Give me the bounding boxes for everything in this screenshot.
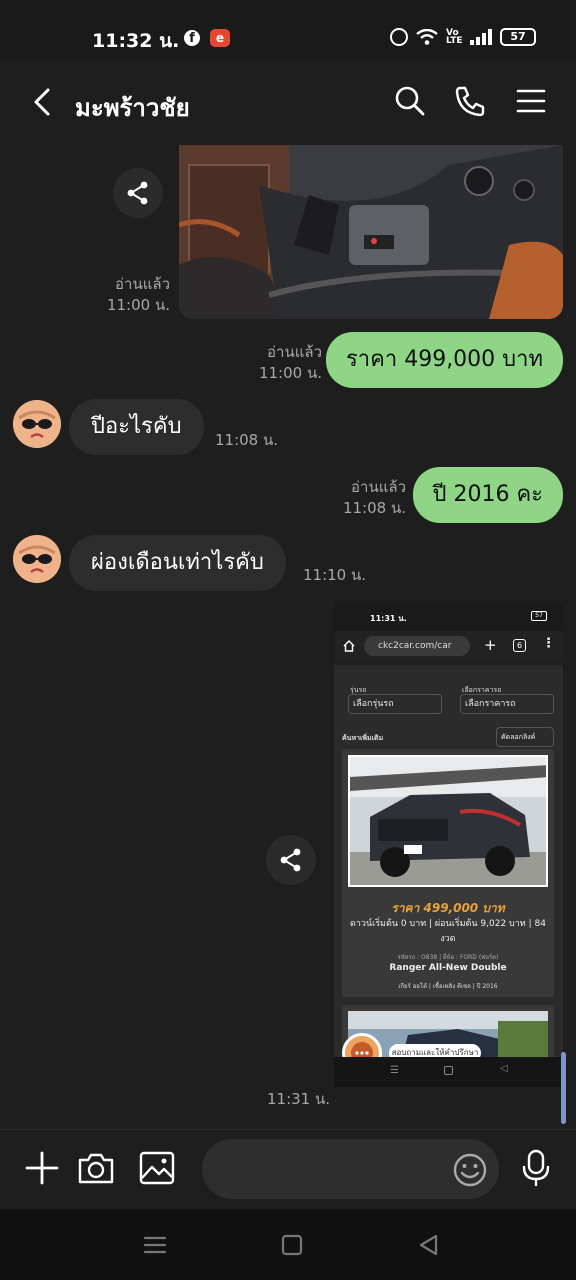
message-bubble-out[interactable]: ปี 2016 คะ [412,467,563,523]
price-select: เลือกราคารถ [460,694,554,714]
shared-screenshot-image[interactable]: 11:31 น. 57 ckc2car.com/car + 6 ⋮ รุ่นรถ… [334,603,563,1087]
listing-finance: ดาวน์เริ่มต้น 0 บาท | ผ่อนเริ่มต้น 9,022… [350,919,546,944]
copy-link-button: คัดลอกลิงค์ [496,727,554,747]
back-nav-icon[interactable] [415,1231,443,1259]
status-icons: Vo LTE 57 [390,28,536,46]
screenshot-battery: 57 [531,611,547,621]
screenshot-nav-bar: ☰ ◁ [334,1057,563,1087]
plus-icon[interactable] [22,1148,62,1188]
read-status: อ่านแล้ว [351,478,406,496]
chat-header: มะพร้าวชัย [0,60,576,144]
system-nav-bar [0,1209,576,1280]
phone-icon[interactable] [453,84,487,118]
tab-count: 6 [513,639,526,652]
message-bubble-in[interactable]: ปีอะไรคับ [69,399,204,455]
message-meta: อ่านแล้ว 11:00 น. [107,274,170,316]
chat-title: มะพร้าวชัย [75,94,190,122]
message-meta: อ่านแล้ว 11:00 น. [259,342,322,384]
listing-price: ราคา 499,000 บาท [391,901,505,915]
wifi-icon [416,29,438,45]
screenshot-url: ckc2car.com/car [364,636,470,656]
avatar[interactable] [13,535,61,583]
camera-icon[interactable] [76,1148,116,1188]
status-time: 11:32 น. [92,30,180,52]
message-time: 11:10 น. [303,566,367,584]
screenshot-status-bar: 11:31 น. 57 [334,603,563,631]
back-triangle-icon: ◁ [500,1063,508,1074]
message-time: 11:08 น. [215,431,279,449]
message-meta: อ่านแล้ว 11:08 น. [343,477,406,519]
message-bubble-in[interactable]: ผ่องเดือนเท่าไรคับ [69,535,286,591]
search-icon[interactable] [393,84,427,118]
scrollbar-thumb[interactable] [561,1052,566,1124]
more-search: ค้นหาเพิ่มเติม [342,734,384,742]
recent-apps-icon: ☰ [390,1065,399,1076]
share-icon [127,181,148,205]
read-status: อ่านแล้ว [115,275,170,293]
alarm-icon [390,28,408,46]
emoji-icon[interactable] [450,1150,490,1190]
car-listing-card: ราคา 499,000 บาท ดาวน์เริ่มต้น 0 บาท | ผ… [342,749,554,997]
message-time: 11:00 น. [258,364,322,382]
menu-icon[interactable] [514,84,548,118]
recent-apps-icon[interactable] [141,1231,169,1259]
back-arrow-icon[interactable] [28,84,58,120]
screenshot-browser-bar: ckc2car.com/car + 6 ⋮ [334,631,563,661]
message-time: 11:08 น. [342,499,406,517]
app-notification-icon: e [210,29,230,47]
truck-photo [348,755,548,887]
home-icon [343,640,355,652]
share-button[interactable] [266,835,316,885]
share-icon [280,848,301,872]
plus-icon: + [484,636,497,654]
car-interior-photo[interactable] [179,145,563,319]
battery-icon: 57 [500,28,536,46]
model-select: เลือกรุ่นรถ [348,694,442,714]
chat-area[interactable]: อ่านแล้ว 11:00 น. อ่านแล้ว 11:00 น. ราคา… [0,144,576,1129]
read-status: อ่านแล้ว [267,343,322,361]
listing-specs: เกียร์ ออโต้ | เชื้อเพลิง ดีเซล | ปี 201… [398,983,498,990]
share-button[interactable] [113,168,163,218]
microphone-icon[interactable] [516,1148,556,1188]
home-button-icon[interactable] [278,1231,306,1259]
message-time: 11:31 น. [267,1090,331,1108]
volte-icon: Vo LTE [446,28,463,46]
message-bubble-out[interactable]: ราคา 499,000 บาท [325,332,563,388]
home-square-icon [444,1066,453,1075]
avatar[interactable] [13,400,61,448]
more-icon: ⋮ [542,636,555,651]
facebook-icon: f [184,30,200,46]
signal-icon [470,29,492,45]
status-bar: 11:32 น. f e Vo LTE 57 [0,0,576,60]
screenshot-page-body: รุ่นรถ เลือกรุ่นรถ เลือกราคารถ เลือกราคา… [334,665,563,1065]
screenshot-time: 11:31 น. [370,614,407,623]
input-bar [0,1129,576,1209]
message-time: 11:00 น. [106,296,170,314]
gallery-icon[interactable] [137,1148,177,1188]
listing-model: Ranger All-New Double [389,963,507,973]
